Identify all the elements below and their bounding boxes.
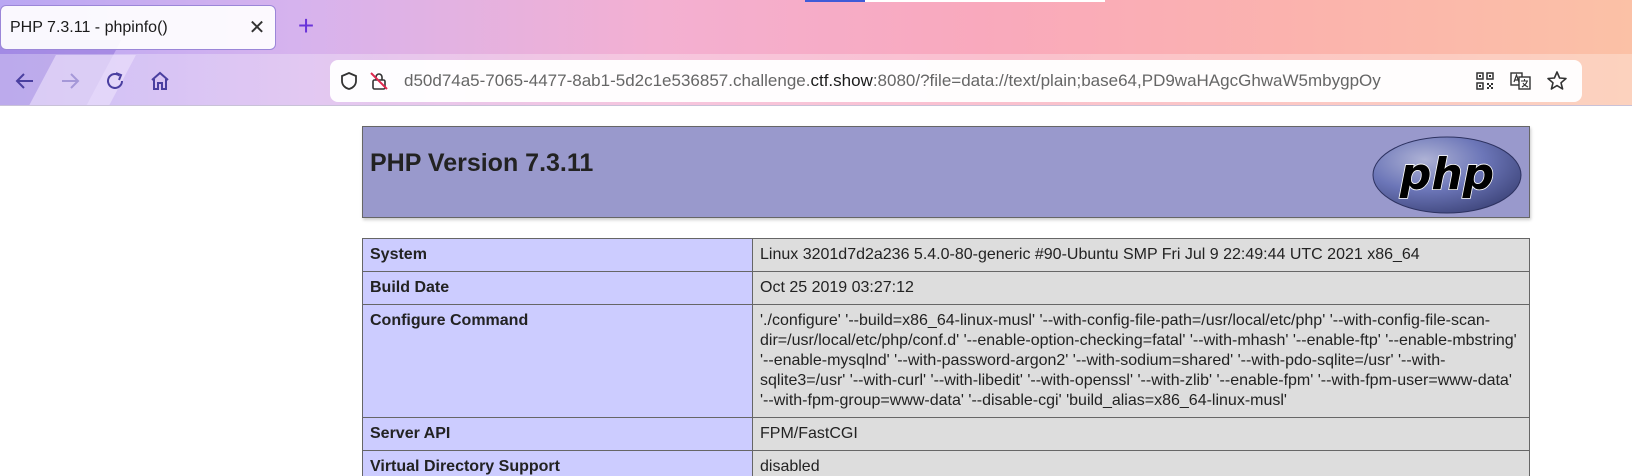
close-icon[interactable]: ✕: [239, 15, 275, 40]
home-button[interactable]: [145, 66, 175, 96]
reload-icon: [107, 72, 123, 89]
url-path: :8080/?file=data://text/plain;base64,PD9…: [872, 71, 1381, 90]
chrome-divider: [0, 105, 1632, 106]
shield-icon[interactable]: [334, 66, 364, 96]
php-logo[interactable]: php: [1371, 135, 1523, 215]
row-label: Virtual Directory Support: [362, 450, 753, 476]
tab-title: PHP 7.3.11 - phpinfo(): [10, 18, 168, 36]
row-value: FPM/FastCGI: [752, 417, 1530, 451]
row-value: Oct 25 2019 03:27:12: [752, 271, 1530, 305]
url-text[interactable]: d50d74a5-7065-4477-8ab1-5d2c1e536857.cha…: [394, 71, 1470, 91]
row-label: Configure Command: [362, 304, 753, 418]
browser-chrome: PHP 7.3.11 - phpinfo() ✕ + d50d74a5-7065…: [0, 0, 1632, 106]
plus-icon[interactable]: +: [290, 10, 322, 42]
forward-button[interactable]: [55, 66, 85, 96]
row-value: './configure' '--build=x86_64-linux-musl…: [752, 304, 1530, 418]
table-row: System Linux 3201d7d2a236 5.4.0-80-gener…: [362, 238, 1530, 272]
loading-strip-progress: [805, 0, 865, 2]
row-label: System: [362, 238, 753, 272]
php-logo-text: php: [1399, 149, 1494, 200]
star-icon[interactable]: [1542, 66, 1572, 96]
translate-icon[interactable]: [1506, 66, 1536, 96]
insecure-lock-icon[interactable]: [364, 66, 394, 96]
address-bar[interactable]: d50d74a5-7065-4477-8ab1-5d2c1e536857.cha…: [330, 60, 1582, 102]
row-value: disabled: [752, 450, 1530, 476]
row-label: Server API: [362, 417, 753, 451]
back-button[interactable]: [10, 66, 40, 96]
browser-tab[interactable]: PHP 7.3.11 - phpinfo() ✕: [0, 5, 276, 50]
url-host-prefix: d50d74a5-7065-4477-8ab1-5d2c1e536857.cha…: [404, 71, 811, 90]
table-row: Virtual Directory Support disabled: [362, 450, 1530, 476]
table-row: Build Date Oct 25 2019 03:27:12: [362, 271, 1530, 305]
info-table: System Linux 3201d7d2a236 5.4.0-80-gener…: [362, 238, 1530, 476]
home-icon: [151, 71, 169, 90]
table-row: Server API FPM/FastCGI: [362, 417, 1530, 451]
url-host-domain: ctf.show: [810, 71, 873, 90]
qr-code-icon[interactable]: [1470, 66, 1500, 96]
row-label: Build Date: [362, 271, 753, 305]
page-title: PHP Version 7.3.11: [370, 149, 594, 177]
reload-button[interactable]: [100, 66, 130, 96]
table-row: Configure Command './configure' '--build…: [362, 304, 1530, 418]
back-arrow-icon: [15, 73, 33, 89]
php-header: PHP Version 7.3.11 php: [362, 126, 1530, 218]
forward-arrow-icon: [62, 73, 80, 89]
row-value: Linux 3201d7d2a236 5.4.0-80-generic #90-…: [752, 238, 1530, 272]
